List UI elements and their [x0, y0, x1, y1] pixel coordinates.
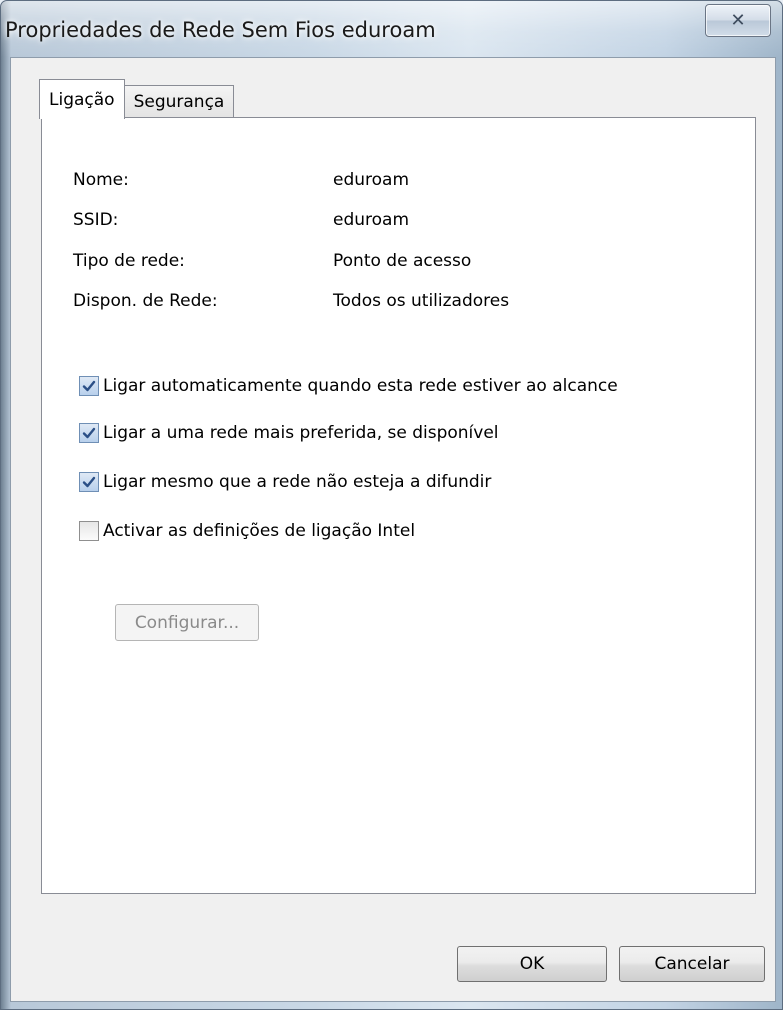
network-type-value: Ponto de acesso — [333, 251, 472, 271]
tab-panel-ligacao: Nome: eduroam SSID: eduroam Tipo de rede… — [41, 117, 756, 894]
checkmark-icon — [82, 427, 96, 439]
tab-strip: Ligação Segurança — [39, 78, 235, 119]
configure-button: Configurar... — [115, 604, 259, 641]
name-label: Nome: — [73, 170, 129, 190]
name-value: eduroam — [333, 170, 410, 190]
cancel-button[interactable]: Cancelar — [619, 946, 765, 982]
auto-connect-label: Ligar automaticamente quando esta rede e… — [103, 376, 618, 396]
tab-seguranca[interactable]: Segurança — [123, 85, 235, 118]
close-x-icon: ✕ — [730, 10, 746, 31]
hidden-network-checkbox[interactable] — [79, 472, 99, 492]
option-preferred-network: Ligar a uma rede mais preferida, se disp… — [79, 419, 499, 447]
checkmark-icon — [82, 380, 96, 392]
intel-settings-label: Activar as definições de ligação Intel — [103, 521, 416, 541]
network-type-label: Tipo de rede: — [73, 251, 185, 271]
tab-ligacao[interactable]: Ligação — [39, 79, 125, 119]
dialog-client-area: Ligação Segurança Nome: eduroam SSID: ed… — [10, 57, 776, 1002]
network-availability-value: Todos os utilizadores — [333, 291, 510, 311]
ssid-label: SSID: — [73, 210, 119, 230]
preferred-network-label: Ligar a uma rede mais preferida, se disp… — [103, 423, 499, 443]
network-availability-label: Dispon. de Rede: — [73, 291, 218, 311]
checkmark-icon — [82, 476, 96, 488]
window-title: Propriedades de Rede Sem Fios eduroam — [5, 18, 436, 42]
option-intel-settings: Activar as definições de ligação Intel — [79, 517, 415, 545]
hidden-network-label: Ligar mesmo que a rede não esteja a difu… — [103, 472, 492, 492]
option-auto-connect: Ligar automaticamente quando esta rede e… — [79, 372, 618, 400]
auto-connect-checkbox[interactable] — [79, 376, 99, 396]
preferred-network-checkbox[interactable] — [79, 423, 99, 443]
title-bar[interactable]: Propriedades de Rede Sem Fios eduroam ✕ — [1, 1, 782, 57]
close-button[interactable]: ✕ — [705, 4, 771, 37]
option-hidden-network: Ligar mesmo que a rede não esteja a difu… — [79, 468, 491, 496]
intel-settings-checkbox[interactable] — [79, 521, 99, 541]
dialog-window: Propriedades de Rede Sem Fios eduroam ✕ … — [0, 0, 783, 1010]
ok-button[interactable]: OK — [457, 946, 607, 982]
ssid-value: eduroam — [333, 210, 410, 230]
